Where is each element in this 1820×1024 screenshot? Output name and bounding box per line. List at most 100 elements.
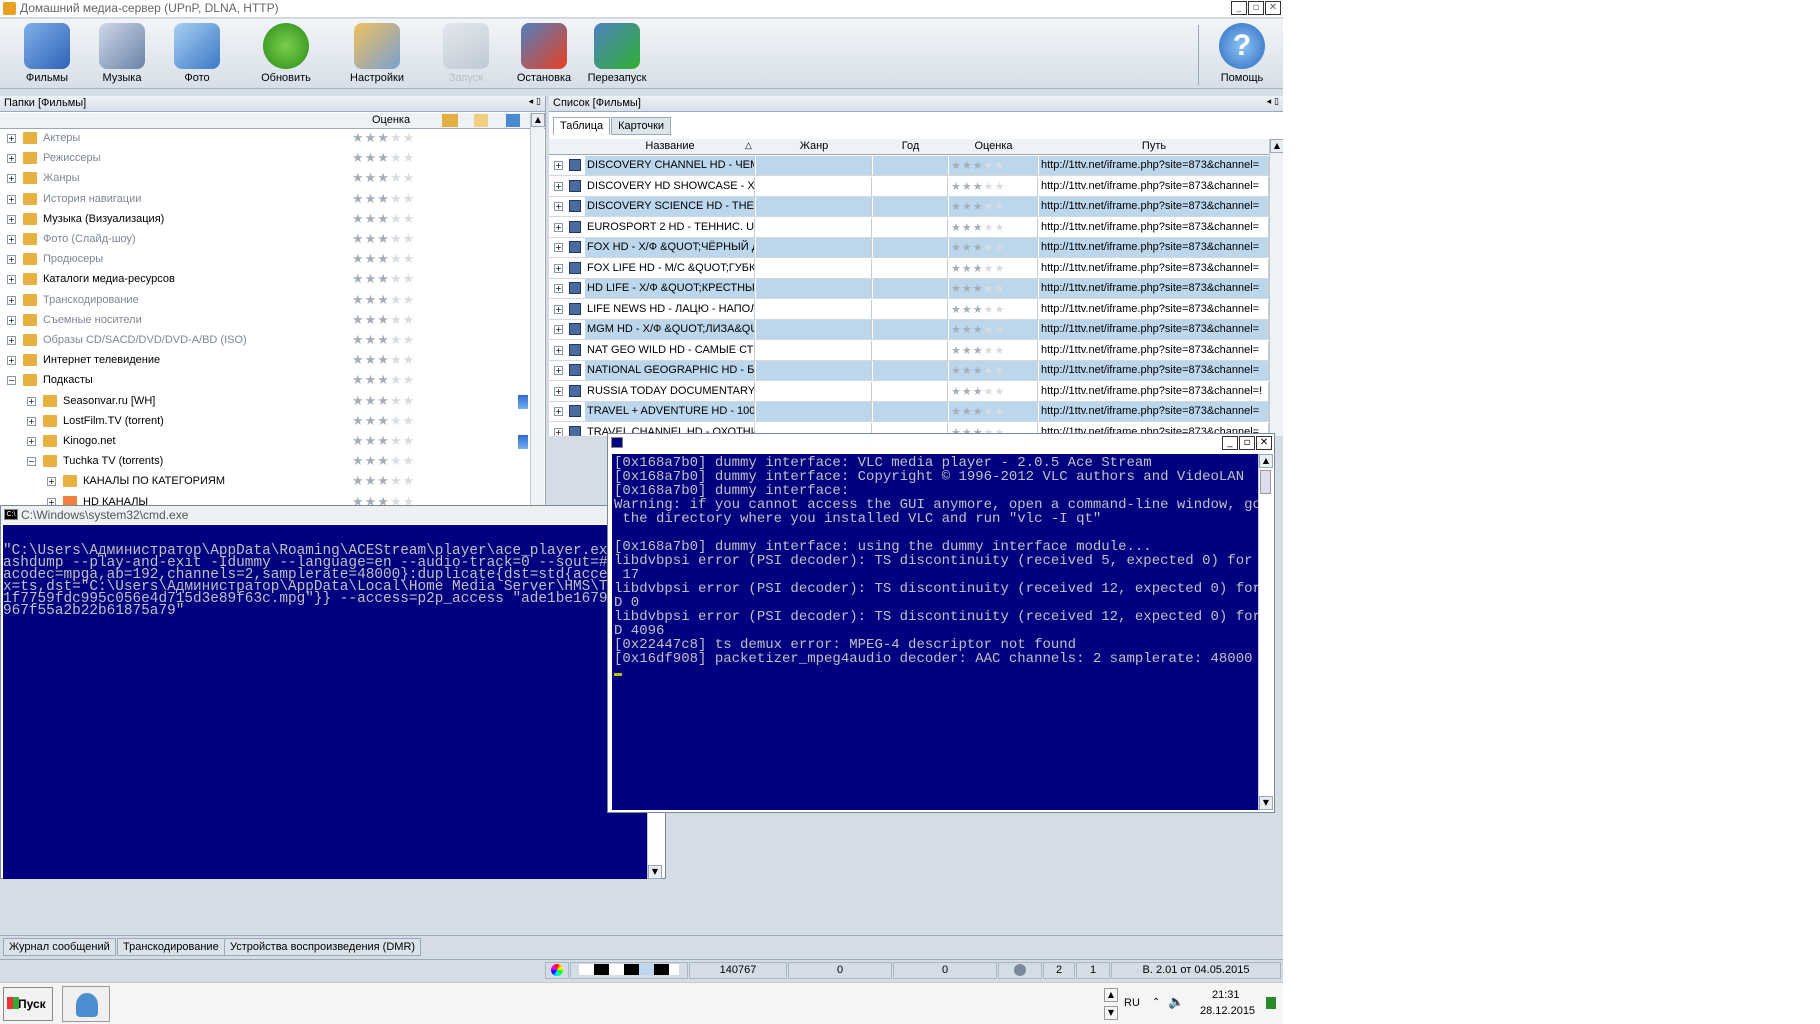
- expand-toggle-icon[interactable]: +: [554, 386, 563, 396]
- rating-stars[interactable]: ★★★★★: [352, 252, 415, 267]
- tray-up-arrow[interactable]: ▲: [1104, 988, 1118, 1002]
- tree-item[interactable]: + Фото (Слайд-шоу) ★★★★★: [0, 231, 530, 250]
- rating-stars[interactable]: ★★★★★: [352, 434, 415, 449]
- expand-toggle-icon[interactable]: +: [47, 477, 56, 487]
- rating-stars[interactable]: ★★★★★: [352, 474, 415, 489]
- tree-item[interactable]: − Подкасты ★★★★★: [0, 372, 530, 391]
- language-indicator[interactable]: RU: [1124, 997, 1140, 1009]
- table-row[interactable]: + DISCOVERY HD SHOWCASE - Х/Ф & ★★★★★http:…: [549, 176, 1269, 197]
- expand-toggle-icon[interactable]: +: [27, 396, 36, 406]
- expand-toggle-icon[interactable]: +: [554, 304, 563, 314]
- tree-item[interactable]: + Каталоги медиа-ресурсов ★★★★★: [0, 271, 530, 290]
- minimize-button[interactable]: _: [1222, 436, 1238, 450]
- rating-stars[interactable]: ★★★★★: [352, 151, 415, 166]
- network-icon[interactable]: [1266, 997, 1276, 1009]
- rating-stars[interactable]: ★★★★★: [352, 272, 415, 287]
- expand-toggle-icon[interactable]: +: [7, 336, 16, 345]
- expand-toggle-icon[interactable]: +: [7, 275, 16, 285]
- start-button[interactable]: Запуск: [428, 23, 504, 84]
- table-row[interactable]: + NAT GEO WILD HD - САМЫЕ СТРАН ★★★★★http:…: [549, 340, 1269, 361]
- tree-item[interactable]: + Жанры ★★★★★: [0, 170, 530, 189]
- scroll-up-arrow[interactable]: ▲: [1259, 454, 1273, 468]
- cmd-title-bar[interactable]: C:\ C:\Windows\system32\cmd.exe: [1, 506, 665, 524]
- expand-toggle-icon[interactable]: +: [554, 407, 563, 416]
- rating-stars[interactable]: ★★★★★: [352, 333, 415, 348]
- expand-toggle-icon[interactable]: +: [7, 295, 16, 305]
- rating-stars[interactable]: ★★★★★: [352, 232, 415, 247]
- rating-stars[interactable]: ★★★★★: [949, 361, 1038, 380]
- expand-toggle-icon[interactable]: +: [554, 202, 563, 211]
- expand-toggle-icon[interactable]: +: [554, 181, 563, 191]
- expand-toggle-icon[interactable]: +: [7, 154, 16, 164]
- rating-stars[interactable]: ★★★★★: [352, 373, 415, 388]
- tree-item[interactable]: + КАНАЛЫ ПО КАТЕГОРИЯМ ★★★★★: [0, 473, 530, 492]
- expand-toggle-icon[interactable]: +: [554, 366, 563, 375]
- table-row[interactable]: + EUROSPORT 2 HD - ТЕННИС. US O ★★★★★ http:…: [549, 217, 1269, 238]
- help-button[interactable]: ? Помощь: [1204, 23, 1280, 84]
- rating-stars[interactable]: ★★★★★: [949, 176, 1038, 196]
- volume-icon[interactable]: 🔈: [1168, 995, 1184, 1010]
- scroll-down-arrow[interactable]: ▼: [1259, 796, 1273, 810]
- tray-expand-icon[interactable]: ⌃: [1152, 997, 1160, 1008]
- tab-log[interactable]: Журнал сообщений: [3, 938, 116, 956]
- taskbar-hms-button[interactable]: [62, 986, 110, 1022]
- tree-item[interactable]: + Интернет телевидение ★★★★★: [0, 352, 530, 371]
- col-rating[interactable]: Оценка: [949, 140, 1038, 152]
- expand-toggle-icon[interactable]: +: [554, 243, 563, 252]
- maximize-button[interactable]: ▫: [1239, 436, 1255, 450]
- view-mode-icons[interactable]: [570, 962, 688, 979]
- filter-icon[interactable]: [442, 114, 458, 127]
- table-row[interactable]: + TRAVEL + ADVENTURE HD - 100 CA ★★★★★http…: [549, 402, 1269, 422]
- scroll-up-arrow[interactable]: ▲: [1270, 139, 1283, 153]
- pin-icon[interactable]: ◂ ▯: [1267, 97, 1279, 107]
- tree-item[interactable]: + История навигации ★★★★★: [0, 191, 530, 210]
- tree-item[interactable]: + Актеры ★★★★★: [0, 130, 530, 149]
- rating-stars[interactable]: ★★★★★: [352, 353, 415, 368]
- tree-item[interactable]: + Seasonvar.ru [WH] ★★★★★: [0, 393, 530, 412]
- table-row[interactable]: + HD LIFE - Х/Ф &QUOT;КРЕСТНЫЕ (★★★★★ http…: [549, 279, 1269, 299]
- vlc-title-bar[interactable]: _ ▫ ✕: [608, 434, 1274, 452]
- folders-scrollbar[interactable]: ▲: [530, 113, 545, 512]
- pin-icon[interactable]: ◂ ▯: [529, 97, 541, 107]
- vlc-console-window[interactable]: _ ▫ ✕ [0x168a7b0] dummy interface: VLC m…: [607, 433, 1275, 813]
- close-button[interactable]: ✕: [1256, 436, 1272, 450]
- col-genre[interactable]: Жанр: [756, 140, 872, 152]
- table-row[interactable]: + DISCOVERY CHANNEL HD - ЧЕМПИ ★★★★★http:/…: [549, 156, 1269, 176]
- rating-stars[interactable]: ★★★★★: [352, 293, 415, 308]
- rating-stars[interactable]: ★★★★★: [352, 212, 415, 227]
- rating-stars[interactable]: ★★★★★: [949, 156, 1038, 175]
- rating-stars[interactable]: ★★★★★: [352, 192, 415, 207]
- expand-toggle-icon[interactable]: +: [554, 284, 563, 293]
- expand-toggle-icon[interactable]: +: [27, 437, 36, 446]
- rating-stars[interactable]: ★★★★★: [949, 197, 1038, 216]
- table-row[interactable]: + DISCOVERY SCIENCE HD - THE NEV ★★★★★http…: [549, 197, 1269, 217]
- tab-table[interactable]: Таблица: [553, 117, 611, 135]
- expand-toggle-icon[interactable]: +: [7, 214, 16, 224]
- refresh-button[interactable]: Обновить: [248, 23, 324, 84]
- expand-toggle-icon[interactable]: +: [7, 255, 16, 265]
- rating-stars[interactable]: ★★★★★: [949, 340, 1038, 360]
- expand-toggle-icon[interactable]: +: [7, 194, 16, 204]
- close-button[interactable]: ✕: [1265, 1, 1281, 15]
- clock-date[interactable]: 28.12.2015: [1200, 1005, 1255, 1017]
- expand-toggle-icon[interactable]: +: [7, 235, 16, 244]
- start-button[interactable]: Пуск: [3, 987, 53, 1021]
- tray-down-arrow[interactable]: ▼: [1104, 1006, 1118, 1020]
- user-icon[interactable]: [998, 962, 1042, 979]
- photo-button[interactable]: Фото: [159, 23, 235, 84]
- tree-item[interactable]: − Tuchka TV (torrents) ★★★★★: [0, 453, 530, 472]
- music-button[interactable]: Музыка: [84, 23, 160, 84]
- tab-transcode[interactable]: Транскодирование: [117, 938, 225, 956]
- restart-button[interactable]: Перезапуск: [579, 23, 655, 84]
- expand-toggle-icon[interactable]: −: [27, 457, 36, 467]
- scroll-down-arrow[interactable]: ▼: [648, 865, 662, 879]
- rating-stars[interactable]: ★★★★★: [949, 217, 1038, 237]
- rating-stars[interactable]: ★★★★★: [949, 238, 1038, 257]
- rating-stars[interactable]: ★★★★★: [352, 394, 415, 409]
- rating-stars[interactable]: ★★★★★: [352, 414, 415, 429]
- table-row[interactable]: + LIFE NEWS HD - ЛАЦЮ - НАПОЛІ. ★★★★★ http:…: [549, 299, 1269, 320]
- rating-stars[interactable]: ★★★★★: [352, 171, 415, 186]
- cmd-window[interactable]: C:\ C:\Windows\system32\cmd.exe "C:\User…: [0, 505, 666, 879]
- rating-stars[interactable]: ★★★★★: [352, 131, 415, 146]
- expand-toggle-icon[interactable]: +: [7, 315, 16, 325]
